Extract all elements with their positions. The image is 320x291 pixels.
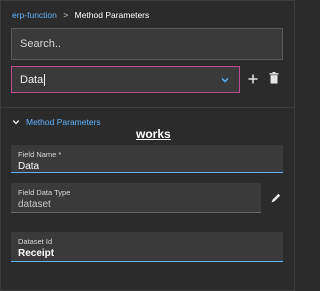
field-name-label: Field Name * bbox=[18, 150, 62, 159]
pencil-icon[interactable] bbox=[270, 192, 282, 204]
search-input[interactable] bbox=[20, 38, 282, 50]
breadcrumb-current: Method Parameters bbox=[74, 10, 150, 20]
breadcrumb: erp-function > Method Parameters bbox=[12, 10, 149, 20]
field-name-input[interactable]: Field Name * Data bbox=[11, 145, 283, 173]
field-data-type-input[interactable]: Field Data Type dataset bbox=[11, 183, 261, 213]
section-header-method-parameters[interactable]: Method Parameters bbox=[12, 117, 101, 127]
dataset-id-input[interactable]: Dataset Id Receipt bbox=[11, 232, 283, 262]
breadcrumb-separator: > bbox=[63, 10, 69, 20]
dataset-id-label: Dataset Id bbox=[18, 237, 53, 246]
works-annotation: works bbox=[136, 127, 171, 141]
plus-icon[interactable] bbox=[247, 73, 259, 85]
breadcrumb-link-erp-function[interactable]: erp-function bbox=[12, 10, 57, 20]
section-title: Method Parameters bbox=[26, 117, 101, 127]
trash-icon[interactable] bbox=[269, 72, 279, 84]
chevron-down-icon[interactable] bbox=[220, 75, 230, 85]
text-cursor bbox=[44, 73, 46, 86]
field-data-type-value: dataset bbox=[18, 199, 51, 210]
field-name-value: Data bbox=[18, 161, 40, 172]
field-data-type-label: Field Data Type bbox=[18, 188, 71, 197]
parameter-select[interactable]: Data bbox=[11, 66, 240, 93]
search-box[interactable] bbox=[11, 28, 283, 60]
section-divider bbox=[0, 107, 295, 108]
chevron-down-icon bbox=[12, 120, 20, 125]
parameter-select-value: Data bbox=[20, 73, 44, 86]
dataset-id-value: Receipt bbox=[18, 248, 55, 259]
